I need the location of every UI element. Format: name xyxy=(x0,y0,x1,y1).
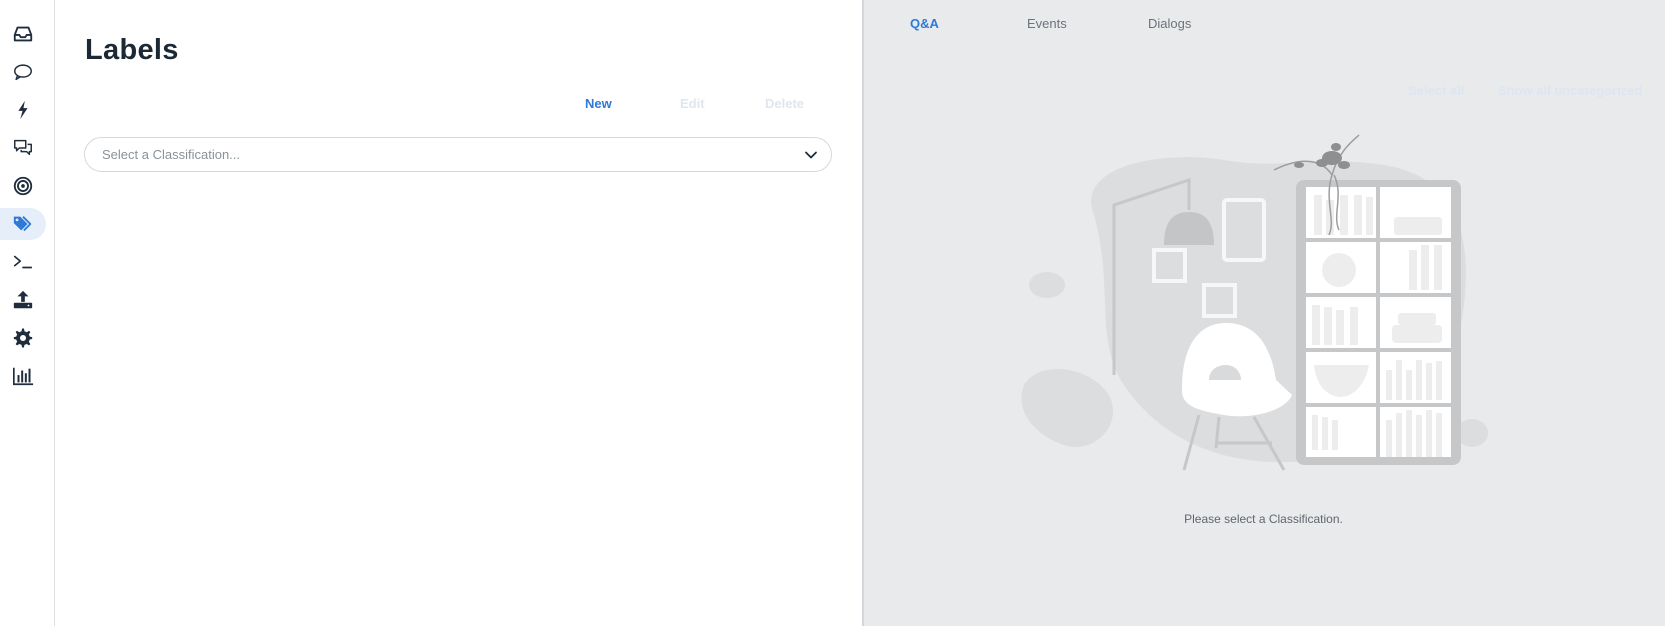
lightning-icon xyxy=(18,100,28,120)
labels-panel: Labels New Edit Delete Select a Classifi… xyxy=(56,0,862,626)
empty-state-message: Please select a Classification. xyxy=(1184,512,1343,526)
sidebar-item-automations[interactable] xyxy=(0,94,46,126)
sidebar-item-settings[interactable] xyxy=(0,322,46,354)
classification-select[interactable]: Select a Classification... xyxy=(84,137,832,172)
empty-state-illustration xyxy=(1021,134,1488,471)
sidebar-item-console[interactable] xyxy=(0,246,46,278)
sidebar-item-messages[interactable] xyxy=(0,56,46,88)
sidebar-item-upload[interactable] xyxy=(0,284,46,316)
sidebar-item-inbox[interactable] xyxy=(0,18,46,50)
tags-icon xyxy=(13,216,32,232)
edit-label-button[interactable]: Edit xyxy=(680,96,705,111)
new-label-button[interactable]: New xyxy=(585,96,612,111)
page-title: Labels xyxy=(85,34,179,66)
delete-label-button[interactable]: Delete xyxy=(765,96,804,111)
sidebar-item-conversations[interactable] xyxy=(0,132,46,164)
terminal-icon xyxy=(13,255,33,269)
sidebar-item-goals[interactable] xyxy=(0,170,46,202)
tab-events[interactable]: Events xyxy=(1027,16,1067,31)
classification-select-placeholder: Select a Classification... xyxy=(102,147,241,162)
sidebar-item-analytics[interactable] xyxy=(0,360,46,392)
chevron-down-icon xyxy=(805,151,817,159)
conversations-icon xyxy=(14,139,32,156)
select-all-button[interactable]: Select all xyxy=(1408,83,1464,98)
target-icon xyxy=(13,176,33,196)
tab-dialogs[interactable]: Dialogs xyxy=(1148,16,1191,31)
speech-bubble-icon xyxy=(14,64,32,81)
items-panel: Q&A Events Dialogs Select all Show all u… xyxy=(862,0,1665,626)
inbox-icon xyxy=(13,26,33,42)
gear-icon xyxy=(13,328,33,348)
show-all-uncategorized-button[interactable]: Show all uncategorized xyxy=(1498,83,1642,98)
sidebar-item-labels[interactable] xyxy=(0,208,46,240)
upload-icon xyxy=(13,290,33,309)
tab-qa[interactable]: Q&A xyxy=(910,16,939,31)
icon-sidebar xyxy=(0,0,55,626)
bar-chart-icon xyxy=(13,367,34,386)
